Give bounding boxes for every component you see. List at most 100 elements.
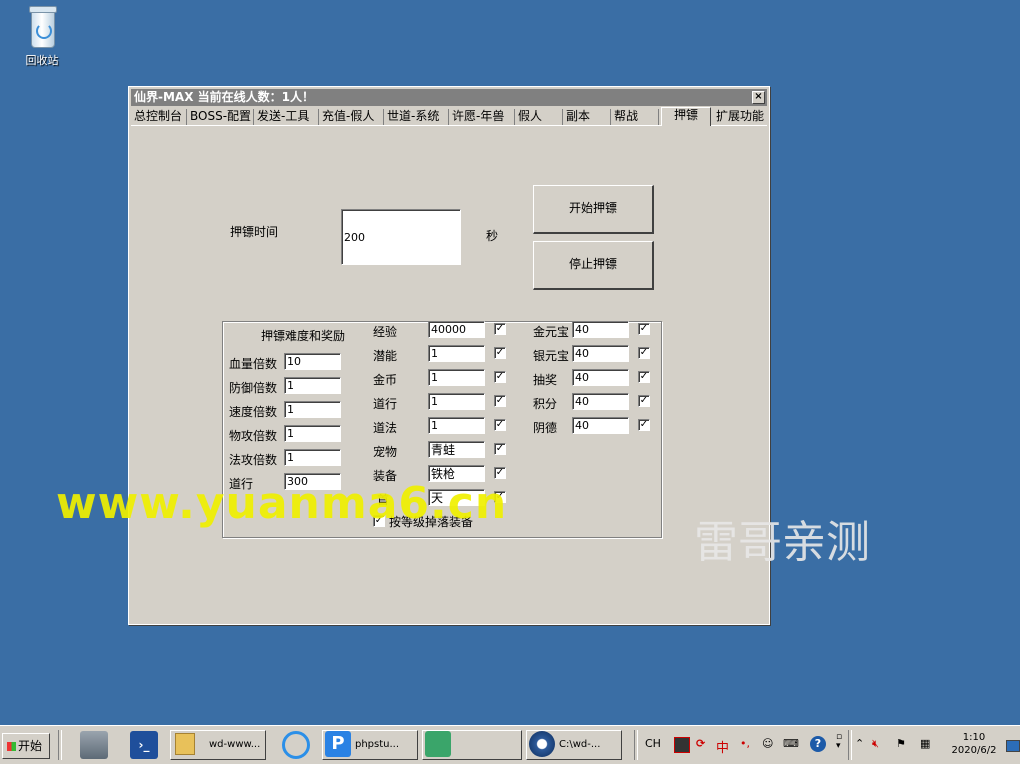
- difficulty-heading: 押镖难度和奖励: [261, 329, 346, 343]
- multiplier-label: 法攻倍数: [229, 453, 278, 467]
- multiplier-label: 速度倍数: [229, 405, 278, 419]
- reward-checkbox[interactable]: ✓: [638, 395, 650, 407]
- tab-guild-war[interactable]: 帮战: [611, 109, 659, 125]
- multiplier-input[interactable]: 1: [284, 449, 341, 466]
- reward-checkbox[interactable]: ✓: [494, 323, 506, 335]
- task-explorer-window[interactable]: wd-www...: [170, 730, 266, 760]
- reward-input[interactable]: 青蛙: [428, 441, 485, 458]
- reward-label: 潜能: [373, 349, 398, 363]
- tab-escort[interactable]: 押镖: [661, 107, 711, 126]
- reward-label: 银元宝: [533, 349, 570, 363]
- reward-checkbox[interactable]: ✓: [638, 347, 650, 359]
- server-manager-icon[interactable]: [80, 731, 108, 759]
- start-label: 开始: [18, 739, 43, 753]
- escort-time-label: 押镖时间: [230, 225, 279, 239]
- clock-date: 2020/6/2: [951, 745, 997, 756]
- reward-input[interactable]: 40: [572, 369, 629, 386]
- tab-extensions[interactable]: 扩展功能: [713, 109, 767, 125]
- reward-checkbox[interactable]: ✓: [494, 443, 506, 455]
- taskbar-separator: [58, 730, 62, 760]
- taskbar-separator: [634, 730, 638, 760]
- tab-dungeon[interactable]: 副本: [563, 109, 611, 125]
- reward-input[interactable]: 1: [428, 417, 485, 434]
- task-cmd-window[interactable]: C:\wd-...: [526, 730, 622, 760]
- punctuation-icon[interactable]: •,: [740, 737, 750, 750]
- ime-switch-icon[interactable]: ⟳: [696, 737, 705, 750]
- folder-icon: [175, 733, 195, 755]
- reward-checkbox[interactable]: ✓: [494, 419, 506, 431]
- ime-mode-indicator[interactable]: 中: [716, 737, 729, 756]
- task-editor-window[interactable]: [422, 730, 522, 760]
- tab-recharge-bots[interactable]: 充值-假人: [319, 109, 384, 125]
- cloud-drive-icon[interactable]: [282, 731, 310, 759]
- task-phpstudy-window[interactable]: Pphpstu...: [322, 730, 418, 760]
- multiplier-input[interactable]: 1: [284, 401, 341, 418]
- start-button[interactable]: 开始: [2, 733, 50, 759]
- stop-escort-button[interactable]: 停止押镖: [533, 241, 654, 290]
- phpstudy-icon: P: [325, 731, 351, 757]
- tab-console[interactable]: 总控制台: [131, 109, 187, 125]
- start-escort-button[interactable]: 开始押镖: [533, 185, 654, 234]
- ime-skin-icon[interactable]: ☺: [762, 737, 773, 750]
- multiplier-label: 防御倍数: [229, 381, 278, 395]
- clock-time: 1:10: [962, 732, 986, 743]
- reward-input[interactable]: 40: [572, 321, 629, 338]
- reward-label: 金币: [373, 373, 398, 387]
- tab-bots[interactable]: 假人: [515, 109, 563, 125]
- language-indicator[interactable]: CH: [645, 737, 661, 750]
- reward-label: 道行: [373, 397, 398, 411]
- action-center-flag-icon[interactable]: ⚑: [896, 737, 906, 750]
- reward-checkbox[interactable]: ✓: [494, 395, 506, 407]
- multiplier-label: 血量倍数: [229, 357, 278, 371]
- app-window: 仙界-MAX 当前在线人数：1人！ × 总控制台 BOSS-配置 发送-工具 充…: [128, 86, 770, 625]
- show-hidden-icons-icon[interactable]: ⌃: [855, 737, 864, 750]
- ime-menu-icon[interactable]: ▫ ▾: [836, 733, 842, 751]
- reward-input[interactable]: 40: [572, 345, 629, 362]
- tab-wish-beast[interactable]: 许愿-年兽: [449, 109, 515, 125]
- reward-label: 道法: [373, 421, 398, 435]
- recycle-bin-label: 回收站: [25, 54, 59, 67]
- network-icon[interactable]: ▦: [920, 737, 930, 750]
- reward-checkbox[interactable]: ✓: [638, 323, 650, 335]
- tester-watermark: 雷哥亲测: [694, 517, 870, 568]
- reward-input[interactable]: 40: [572, 417, 629, 434]
- window-title: 仙界-MAX 当前在线人数：1人！: [134, 90, 314, 104]
- powershell-icon[interactable]: ›_: [130, 731, 158, 759]
- show-desktop-icon[interactable]: [1006, 740, 1020, 752]
- reward-input[interactable]: 1: [428, 393, 485, 410]
- reward-input[interactable]: 1: [428, 369, 485, 386]
- tab-send-tools[interactable]: 发送-工具: [254, 109, 319, 125]
- escort-time-input[interactable]: 200: [341, 209, 461, 265]
- title-bar[interactable]: 仙界-MAX 当前在线人数：1人！ ×: [131, 89, 767, 106]
- soft-keyboard-icon[interactable]: ⌨: [783, 737, 799, 750]
- task-label: phpstu...: [355, 739, 400, 750]
- clock[interactable]: 1:10 2020/6/2: [944, 731, 1004, 757]
- reward-label: 抽奖: [533, 373, 558, 387]
- recycle-bin-shortcut[interactable]: 回收站: [16, 6, 68, 68]
- multiplier-label: 物攻倍数: [229, 429, 278, 443]
- windows-logo-icon: [7, 742, 16, 751]
- reward-checkbox[interactable]: ✓: [638, 419, 650, 431]
- url-watermark: www.yuanma6.cn: [56, 478, 508, 529]
- multiplier-input[interactable]: 1: [284, 425, 341, 442]
- multiplier-input[interactable]: 1: [284, 377, 341, 394]
- close-button[interactable]: ×: [752, 91, 765, 104]
- tab-boss-config[interactable]: BOSS-配置: [187, 109, 254, 125]
- escort-time-unit: 秒: [486, 229, 499, 243]
- reward-checkbox[interactable]: ✓: [494, 371, 506, 383]
- task-label: C:\wd-...: [559, 739, 601, 750]
- reward-label: 经验: [373, 325, 398, 339]
- reward-checkbox[interactable]: ✓: [638, 371, 650, 383]
- reward-input[interactable]: 40: [572, 393, 629, 410]
- reward-input[interactable]: 40000: [428, 321, 485, 338]
- reward-input[interactable]: 1: [428, 345, 485, 362]
- taskbar: 开始 ›_ wd-www... Pphpstu... C:\wd-... CH …: [0, 725, 1020, 764]
- tab-world-system[interactable]: 世道-系统: [384, 109, 449, 125]
- help-icon[interactable]: ?: [810, 736, 826, 752]
- reward-checkbox[interactable]: ✓: [494, 347, 506, 359]
- volume-muted-icon[interactable]: 🔇︎: [872, 737, 879, 751]
- multiplier-input[interactable]: 10: [284, 353, 341, 370]
- reward-label: 积分: [533, 397, 558, 411]
- reward-label: 宠物: [373, 445, 398, 459]
- ime-toolbar-icon[interactable]: [674, 737, 690, 753]
